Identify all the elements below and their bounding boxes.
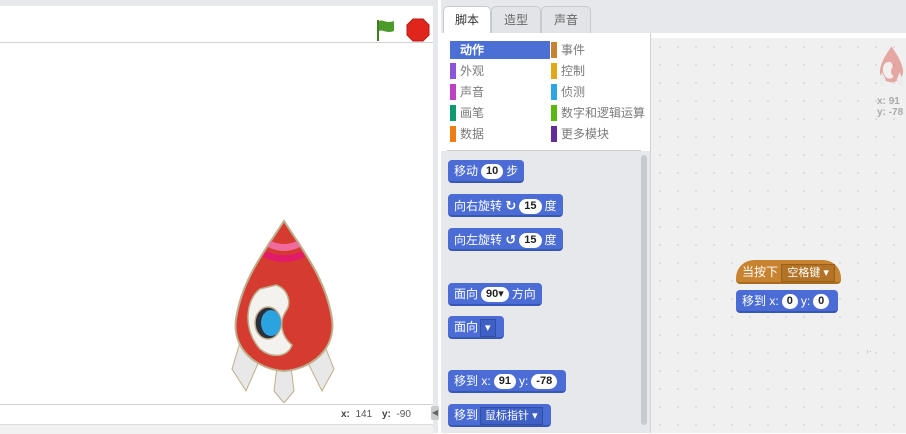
category-sound[interactable]: 声音 [450,83,550,101]
sprite-y-value: -78 [888,107,904,118]
block-label: 移到 [742,294,767,308]
stage-y-label: y: [382,409,391,420]
hat-label: 当按下 [742,265,779,279]
category-label: 控制 [561,64,586,78]
category-more-blocks[interactable]: 更多模块 [551,125,656,143]
category-label: 声音 [460,85,485,99]
category-motion[interactable]: 动作 [450,41,550,59]
stage-panel: x: 141 y: -90 ◀ [0,0,439,434]
rocket-sprite[interactable] [226,219,342,403]
category-label: 数字和逻辑运算 [561,106,646,120]
category-label: 侦测 [561,85,586,99]
category-pen[interactable]: 画笔 [450,104,550,122]
stage-coordinate-readout: x: 141 y: -90 [0,404,433,424]
goto-target-dropdown[interactable]: 鼠标指针 ▾ [480,406,543,425]
palette-divider [447,150,641,151]
y-label: y: [518,374,529,388]
y-input[interactable]: -78 [531,374,558,390]
block-label: 移动 [454,164,479,178]
x-input[interactable]: 91 [493,374,516,390]
sprite-x-label: x: [877,96,886,107]
block-suffix: 度 [544,199,557,213]
tab-costumes[interactable]: 造型 [491,6,541,33]
block-move-steps[interactable]: 移动 10 步 [448,160,525,183]
category-label: 画笔 [460,106,485,120]
stop-icon[interactable] [406,18,430,42]
steps-input[interactable]: 10 [481,164,504,180]
direction-dropdown[interactable]: 90▾ [481,287,509,303]
block-goto-target[interactable]: 移到 鼠标指针 ▾ [448,404,551,427]
block-turn-right[interactable]: 向右旋转 ↻ 15 度 [448,194,563,217]
block-label: 移到 [454,374,479,388]
sprite-y-label: y: [877,107,886,118]
category-operators[interactable]: 数字和逻辑运算 [551,104,656,122]
y-input[interactable]: 0 [813,294,830,310]
block-label: 面向 [454,320,479,334]
y-label: y: [800,294,811,308]
goto-target-value: 鼠标指针 [485,409,530,422]
towards-dropdown[interactable]: ▾ [480,318,496,337]
stage-x-label: x: [341,409,350,420]
editor-tab-bar: 脚本 造型 声音 [441,0,906,35]
sprite-thumbnail [879,46,904,88]
sprite-x-value: 91 [888,96,900,107]
category-control[interactable]: 控制 [551,62,656,80]
x-label: x: [769,294,779,308]
tab-scripts[interactable]: 脚本 [443,6,491,35]
category-sensing[interactable]: 侦测 [551,83,656,101]
hat-when-key-pressed[interactable]: 当按下 空格键 ▾ [736,260,841,284]
category-label: 动作 [460,43,485,57]
rotate-counterclockwise-icon: ↺ [505,232,517,247]
block-suffix: 度 [544,233,557,247]
block-goto-xy[interactable]: 移到 x: 91 y: -78 [448,370,567,393]
block-palette: 动作 外观 声音 画笔 数据 事件 控制 侦测 数字和逻辑运算 更多模块 移动 … [441,33,651,433]
category-looks[interactable]: 外观 [450,62,550,80]
script-goto-xy[interactable]: 移到 x: 0 y: 0 [736,290,839,313]
stage-canvas[interactable] [0,43,433,404]
x-input[interactable]: 0 [781,294,798,310]
block-suffix: 步 [506,164,519,178]
block-label: 向左旋转 [454,233,503,247]
category-events[interactable]: 事件 [551,41,656,59]
sprite-coordinate-readout: x: 91 y: -78 [877,96,903,118]
block-turn-left[interactable]: 向左旋转 ↺ 15 度 [448,228,563,251]
stage-header [0,6,433,43]
stage-x-value: 141 [355,409,373,420]
block-point-direction[interactable]: 面向 90▾ 方向 [448,283,542,306]
key-dropdown[interactable]: 空格键 ▾ [781,263,835,282]
block-label: 面向 [454,287,479,301]
degrees-input[interactable]: 15 [519,233,542,249]
script-area[interactable]: 当按下 空格键 ▾ 移到 x: 0 y: 0 [651,38,906,433]
category-label: 更多模块 [561,127,610,141]
block-label: 移到 [454,408,479,422]
block-point-towards[interactable]: 面向 ▾ [448,316,504,339]
category-label: 事件 [561,43,586,57]
block-label: 向右旋转 [454,199,503,213]
category-data[interactable]: 数据 [450,125,550,143]
collapse-arrow-icon[interactable]: ◀ [431,406,439,420]
x-label: x: [481,374,491,388]
stage-y-value: -90 [396,409,411,420]
category-label: 外观 [460,64,485,78]
degrees-input[interactable]: 15 [519,199,542,215]
tab-sounds[interactable]: 声音 [541,6,591,33]
rotate-clockwise-icon: ↻ [505,198,517,213]
block-suffix: 方向 [511,287,536,301]
green-flag-icon[interactable] [374,18,398,42]
key-value: 空格键 [787,266,821,279]
palette-scrollbar[interactable] [641,155,647,425]
script-area-marker-icon: ›· [866,346,872,356]
category-label: 数据 [460,127,485,141]
category-selector: 动作 外观 声音 画笔 数据 事件 控制 侦测 数字和逻辑运算 更多模块 [441,33,650,151]
